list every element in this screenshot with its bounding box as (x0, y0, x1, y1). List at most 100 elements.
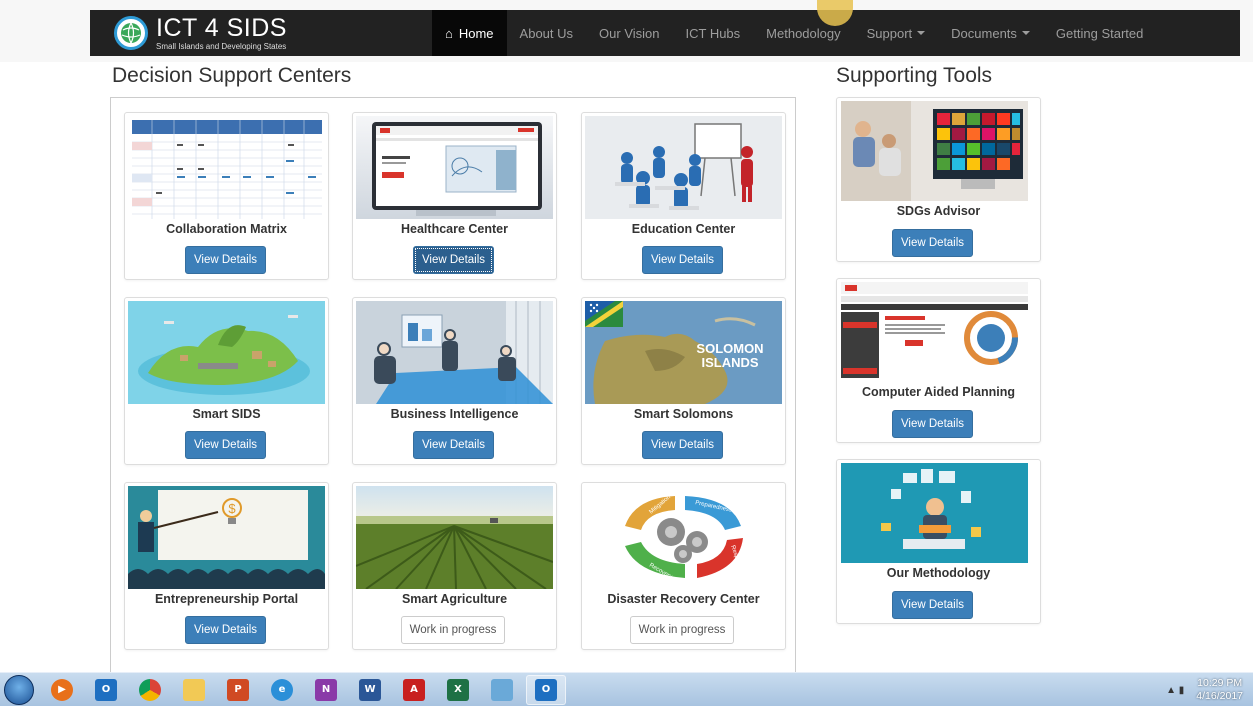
nav-getting-started-label: Getting Started (1055, 25, 1144, 41)
globe-logo-icon (114, 16, 148, 50)
taskbar-chrome[interactable] (130, 675, 170, 705)
work-in-progress-button[interactable]: Work in progress (401, 616, 505, 644)
word-icon: W (359, 678, 381, 701)
nav-hubs-label: ICT Hubs (685, 25, 741, 41)
card-title: Entrepreneurship Portal (154, 592, 299, 606)
view-details-button[interactable]: View Details (892, 229, 973, 257)
nav-documents-dropdown[interactable]: Documents (938, 10, 1043, 56)
taskbar-word[interactable]: W (350, 675, 390, 705)
card-title: Healthcare Center (401, 222, 508, 236)
collaboration-matrix-image (128, 116, 325, 219)
view-details-button[interactable]: View Details (892, 591, 973, 619)
view-details-button[interactable]: View Details (185, 616, 266, 644)
business-intelligence-image (356, 301, 553, 404)
card-title: Smart Agriculture (401, 592, 508, 606)
nav-vision-label: Our Vision (599, 25, 660, 41)
nav-methodology-label: Methodology (766, 25, 841, 41)
taskbar-outlook[interactable]: O (86, 675, 126, 705)
view-details-button[interactable]: View Details (185, 246, 266, 274)
signal-icon[interactable]: ▲ ▮ (1166, 685, 1184, 696)
taskbar-media-player[interactable]: ▶ (42, 675, 82, 705)
card-title: Smart SIDS (192, 407, 261, 421)
taskbar-onenote[interactable]: N (306, 675, 346, 705)
start-button[interactable] (0, 673, 38, 706)
card-title: Business Intelligence (390, 407, 519, 421)
taskbar-outlook-active[interactable]: O (526, 674, 566, 705)
nav-documents-label: Documents (951, 25, 1017, 41)
outlook-icon: O (95, 678, 117, 701)
nav-support-dropdown[interactable]: Support (854, 10, 939, 56)
taskbar-internet-explorer[interactable]: e (262, 675, 302, 705)
onenote-icon: N (315, 678, 337, 701)
solomon-overlay-line1: SOLOMON (696, 341, 763, 356)
file-explorer-icon (183, 678, 205, 701)
windows-orb-icon (4, 674, 34, 705)
view-details-button[interactable]: View Details (642, 431, 723, 459)
card-computer-aided-planning: Computer Aided Planning View Details (836, 278, 1041, 443)
system-clock[interactable]: 10:29 PM 4/16/2017 (1196, 677, 1243, 703)
media-player-icon: ▶ (51, 678, 73, 701)
clock-date: 4/16/2017 (1196, 690, 1243, 702)
view-details-button[interactable]: View Details (185, 431, 266, 459)
nav-our-vision[interactable]: Our Vision (586, 10, 672, 56)
card-entrepreneurship-portal: $ Entrepreneurship Portal View Details (124, 482, 329, 650)
nav-home[interactable]: ⌂ Home (432, 10, 507, 56)
sdgs-advisor-image (841, 101, 1028, 201)
solomon-overlay-line2: ISLANDS (701, 355, 758, 370)
card-collaboration-matrix: Collaboration Matrix View Details (124, 112, 329, 280)
clock-time: 10:29 PM (1197, 676, 1243, 689)
nav-ict-hubs[interactable]: ICT Hubs (673, 10, 754, 56)
card-sdgs-advisor: SDGs Advisor View Details (836, 97, 1041, 262)
view-details-button[interactable]: View Details (642, 246, 723, 274)
card-smart-sids: Smart SIDS View Details (124, 297, 329, 465)
dollar-icon: $ (228, 501, 236, 516)
smart-agriculture-image (356, 486, 553, 589)
internet-explorer-icon: e (271, 678, 293, 701)
home-icon: ⌂ (445, 25, 453, 41)
acrobat-icon: A (403, 678, 425, 701)
caret-down-icon (917, 31, 926, 35)
top-navbar: ICT 4 SIDS Small Islands and Developing … (0, 0, 1253, 62)
taskbar-excel[interactable]: X (438, 675, 478, 705)
disaster-recovery-image: Mitigation Preparedness Response Recover… (585, 486, 782, 589)
taskbar-powerpoint[interactable]: P (218, 675, 258, 705)
computer-aided-planning-image (841, 282, 1028, 382)
card-title: Disaster Recovery Center (607, 592, 760, 606)
powerpoint-icon: P (227, 678, 249, 701)
brand-link[interactable]: ICT 4 SIDS Small Islands and Developing … (90, 10, 420, 56)
card-title: Collaboration Matrix (166, 222, 287, 236)
navbar-bar: ICT 4 SIDS Small Islands and Developing … (90, 10, 1240, 56)
view-details-button[interactable]: View Details (413, 246, 494, 274)
entrepreneurship-portal-image: $ (128, 486, 325, 589)
decision-support-heading: Decision Support Centers (112, 64, 352, 87)
nav-getting-started[interactable]: Getting Started (1043, 10, 1156, 56)
card-business-intelligence: Business Intelligence View Details (352, 297, 557, 465)
system-tray: ▲ ▮ 10:29 PM 4/16/2017 (1166, 673, 1243, 706)
nav-support-label: Support (866, 25, 913, 41)
windows-taskbar: ▶ O P e N W A X O ▲ ▮ 10:29 PM 4/16/2017 (0, 672, 1253, 706)
card-our-methodology: Our Methodology View Details (836, 459, 1041, 624)
chrome-icon (139, 678, 161, 701)
card-smart-solomons: SOLOMON ISLANDS Smart Solomons View Deta… (581, 297, 786, 465)
nav-about-label: About Us (519, 25, 574, 41)
brand-subtitle: Small Islands and Developing States (156, 41, 287, 51)
window-icon (491, 678, 513, 701)
healthcare-center-image (356, 116, 553, 219)
taskbar-acrobat[interactable]: A (394, 675, 434, 705)
taskbar-window[interactable] (482, 675, 522, 705)
view-details-button[interactable]: View Details (892, 410, 973, 438)
main-nav: ⌂ Home About Us Our Vision ICT Hubs Metho… (432, 10, 1156, 56)
nav-about-us[interactable]: About Us (507, 10, 586, 56)
card-education-center: Education Center View Details (581, 112, 786, 280)
our-methodology-image (841, 463, 1028, 563)
view-details-button[interactable]: View Details (413, 431, 494, 459)
card-healthcare-center: Healthcare Center View Details (352, 112, 557, 280)
card-smart-agriculture: Smart Agriculture Work in progress (352, 482, 557, 650)
card-title: Computer Aided Planning (861, 385, 1015, 399)
work-in-progress-button[interactable]: Work in progress (630, 616, 734, 644)
brand-title: ICT 4 SIDS (156, 13, 287, 42)
card-title: Education Center (631, 222, 736, 236)
excel-icon: X (447, 678, 469, 701)
taskbar-file-explorer[interactable] (174, 675, 214, 705)
card-title: Our Methodology (886, 566, 991, 580)
